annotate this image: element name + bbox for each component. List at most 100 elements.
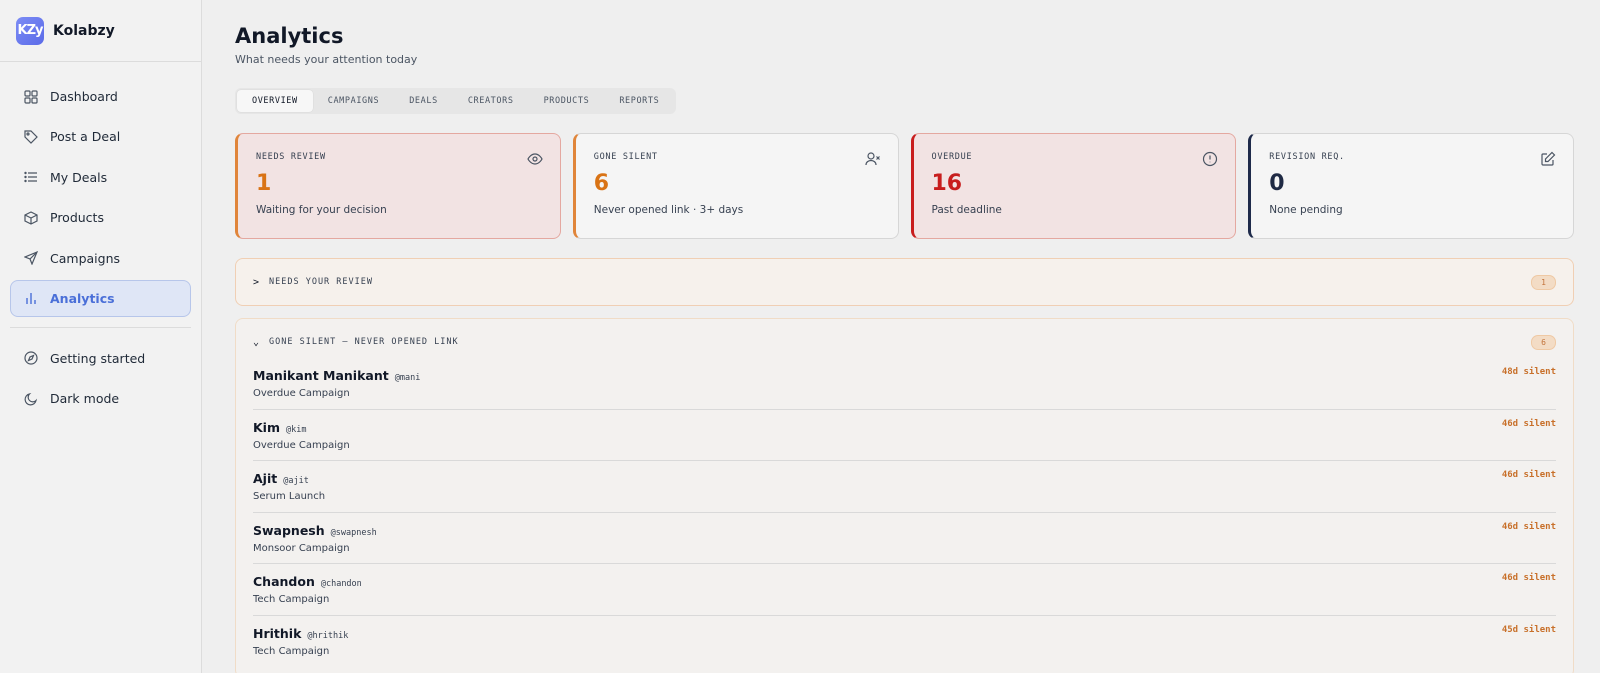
stat-card-label: OVERDUE: [931, 152, 973, 162]
count-badge: 6: [1531, 334, 1556, 350]
stat-card-revision-req[interactable]: REVISION REQ. 0 None pending: [1248, 133, 1574, 239]
user-x-icon: [864, 151, 881, 167]
box-icon: [23, 210, 39, 226]
tab-deals[interactable]: DEALS: [394, 90, 453, 112]
stat-card-label: NEEDS REVIEW: [256, 152, 326, 162]
page-subtitle: What needs your attention today: [235, 53, 418, 66]
creator-handle: @chandon: [320, 579, 362, 589]
creator-name: Manikant Manikant: [253, 368, 389, 383]
grid-icon: [23, 89, 39, 105]
creator-name: Chandon: [253, 574, 315, 589]
sidebar-item-label: Post a Deal: [50, 129, 121, 145]
kolabzy-logo: KZy: [16, 16, 44, 45]
compass-icon: [23, 350, 39, 366]
stat-card-value: 16: [931, 171, 963, 196]
chevron-right-icon: >: [253, 276, 260, 288]
creator-handle: @mani: [394, 373, 421, 383]
campaign-name: Overdue Campaign: [253, 439, 350, 451]
sidebar-item-my-deals[interactable]: My Deals: [10, 159, 191, 196]
creator-name: Swapnesh: [253, 522, 325, 538]
page-title: Analytics: [235, 24, 344, 48]
sidebar-item-label: Dark mode: [50, 391, 120, 407]
sidebar-item-products[interactable]: Products: [10, 199, 191, 236]
send-icon: [23, 250, 39, 266]
tab-reports[interactable]: REPORTS: [604, 90, 674, 112]
needs-review-toggle[interactable]: > NEEDS YOUR REVIEW 1: [236, 259, 1573, 305]
stat-card-label: REVISION REQ.: [1269, 152, 1345, 162]
eye-icon: [527, 151, 543, 167]
panel-title: GONE SILENT — NEVER OPENED LINK: [269, 337, 459, 347]
count-badge: 1: [1531, 274, 1556, 290]
moon-icon: [23, 391, 39, 407]
campaign-name: Tech Campaign: [253, 594, 330, 605]
creator-handle: @kim: [286, 424, 307, 435]
sidebar-divider: [10, 326, 191, 328]
sidebar-item-post-a-deal[interactable]: Post a Deal: [10, 118, 191, 155]
stat-card-desc: None pending: [1269, 204, 1343, 216]
stat-card-gone-silent[interactable]: GONE SILENT 6 Never opened link · 3+ day…: [572, 133, 899, 239]
stat-card-value: 1: [256, 171, 272, 196]
brand-name: Kolabzy: [53, 22, 115, 39]
list-item[interactable]: Kim @kim Overdue Campaign 46d silent: [253, 410, 1556, 461]
tab-bar: OVERVIEW CAMPAIGNS DEALS CREATORS PRODUC…: [235, 88, 677, 114]
sidebar-item-label: My Deals: [50, 169, 108, 185]
panel-title: NEEDS YOUR REVIEW: [269, 277, 373, 287]
silent-duration: 45d silent: [1501, 624, 1556, 635]
dark-mode-toggle[interactable]: Dark mode: [10, 380, 191, 417]
creator-name: Ajit: [253, 471, 278, 486]
tag-icon: [23, 129, 39, 145]
gone-silent-panel: ⌄ GONE SILENT — NEVER OPENED LINK 6 Mani…: [235, 318, 1574, 673]
stat-card-label: GONE SILENT: [593, 152, 658, 162]
sidebar-item-label: Dashboard: [50, 89, 118, 104]
sidebar-nav: Dashboard Post a Deal My Deals Products …: [0, 62, 201, 417]
silent-duration: 46d silent: [1501, 521, 1556, 532]
tab-products[interactable]: PRODUCTS: [529, 90, 605, 112]
stat-card-needs-review[interactable]: NEEDS REVIEW 1 Waiting for your decision: [235, 133, 561, 239]
sidebar-item-dashboard[interactable]: Dashboard: [10, 78, 191, 115]
silent-duration: 46d silent: [1501, 418, 1556, 429]
list-item[interactable]: Ajit @ajit Serum Launch 46d silent: [253, 461, 1556, 513]
tab-creators[interactable]: CREATORS: [453, 90, 529, 112]
sidebar: KZy Kolabzy Dashboard Post a Deal My Dea…: [0, 0, 202, 673]
tab-campaigns[interactable]: CAMPAIGNS: [313, 90, 394, 112]
bar-chart-icon: [23, 290, 39, 306]
creator-name: Hrithik: [253, 625, 302, 641]
creator-handle: @swapnesh: [330, 527, 377, 538]
stat-card-overdue[interactable]: OVERDUE 16 Past deadline: [910, 133, 1237, 239]
campaign-name: Monsoor Campaign: [253, 542, 350, 554]
list-item[interactable]: Swapnesh @swapnesh Monsoor Campaign 46d s…: [253, 513, 1556, 564]
list-item[interactable]: Chandon @chandon Tech Campaign 46d silent: [253, 564, 1556, 616]
silent-duration: 46d silent: [1501, 470, 1556, 480]
stat-card-value: 6: [593, 171, 610, 196]
edit-icon: [1540, 151, 1556, 167]
sidebar-item-label: Getting started: [50, 350, 146, 366]
campaign-name: Overdue Campaign: [253, 388, 350, 399]
list-icon: [23, 169, 39, 185]
creator-handle: @ajit: [283, 476, 309, 486]
silent-duration: 46d silent: [1501, 573, 1556, 583]
silent-duration: 48d silent: [1501, 367, 1556, 377]
needs-review-panel: > NEEDS YOUR REVIEW 1: [235, 258, 1574, 306]
stat-cards: NEEDS REVIEW 1 Waiting for your decision…: [235, 133, 1574, 239]
stat-card-desc: Waiting for your decision: [256, 204, 387, 216]
chevron-down-icon: ⌄: [253, 336, 260, 348]
sidebar-item-campaigns[interactable]: Campaigns: [10, 240, 191, 277]
creator-name: Kim: [253, 419, 280, 435]
sidebar-item-getting-started[interactable]: Getting started: [10, 340, 191, 377]
sidebar-item-label: Products: [50, 210, 104, 226]
tab-overview[interactable]: OVERVIEW: [237, 90, 313, 112]
sidebar-item-label: Campaigns: [50, 250, 121, 266]
list-item[interactable]: Hrithik @hrithik Tech Campaign 45d silent: [253, 616, 1556, 668]
stat-card-desc: Never opened link · 3+ days: [593, 204, 744, 216]
silent-creator-list: Manikant Manikant @mani Overdue Campaign …: [236, 358, 1573, 667]
alert-circle-icon: [1202, 151, 1218, 167]
stat-card-desc: Past deadline: [931, 204, 1002, 216]
creator-handle: @hrithik: [307, 630, 349, 641]
sidebar-item-analytics[interactable]: Analytics: [10, 279, 191, 317]
campaign-name: Serum Launch: [253, 491, 326, 502]
list-item[interactable]: Manikant Manikant @mani Overdue Campaign …: [253, 358, 1556, 410]
campaign-name: Tech Campaign: [253, 645, 330, 657]
brand[interactable]: KZy Kolabzy: [0, 0, 201, 62]
sidebar-item-label: Analytics: [50, 290, 115, 306]
stat-card-value: 0: [1269, 171, 1285, 196]
